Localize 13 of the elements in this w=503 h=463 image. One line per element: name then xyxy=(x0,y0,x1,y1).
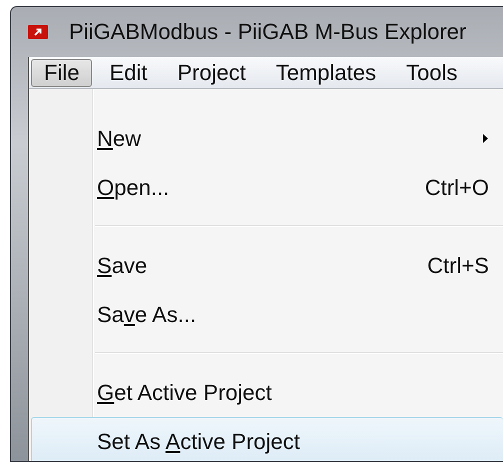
menu-item[interactable]: Open... Ctrl+O xyxy=(31,163,503,212)
menu-item[interactable]: Templates xyxy=(262,58,390,86)
menu-item[interactable]: Edit xyxy=(96,58,160,86)
menu-item[interactable]: Tools xyxy=(393,58,470,86)
menu-item[interactable]: Project xyxy=(164,58,259,86)
menu-item[interactable]: File xyxy=(31,58,92,86)
window-title: PiiGABModbus - PiiGAB M-Bus Explorer xyxy=(69,19,466,45)
menu-item[interactable]: Save Ctrl+S xyxy=(31,241,503,290)
menu-item[interactable]: Get Active Project xyxy=(31,368,503,417)
app-icon xyxy=(28,25,48,39)
menu-item[interactable]: Set As Active Project xyxy=(31,417,503,461)
menu-item[interactable]: Save As... xyxy=(31,290,503,339)
menu-item[interactable]: New xyxy=(31,114,503,163)
